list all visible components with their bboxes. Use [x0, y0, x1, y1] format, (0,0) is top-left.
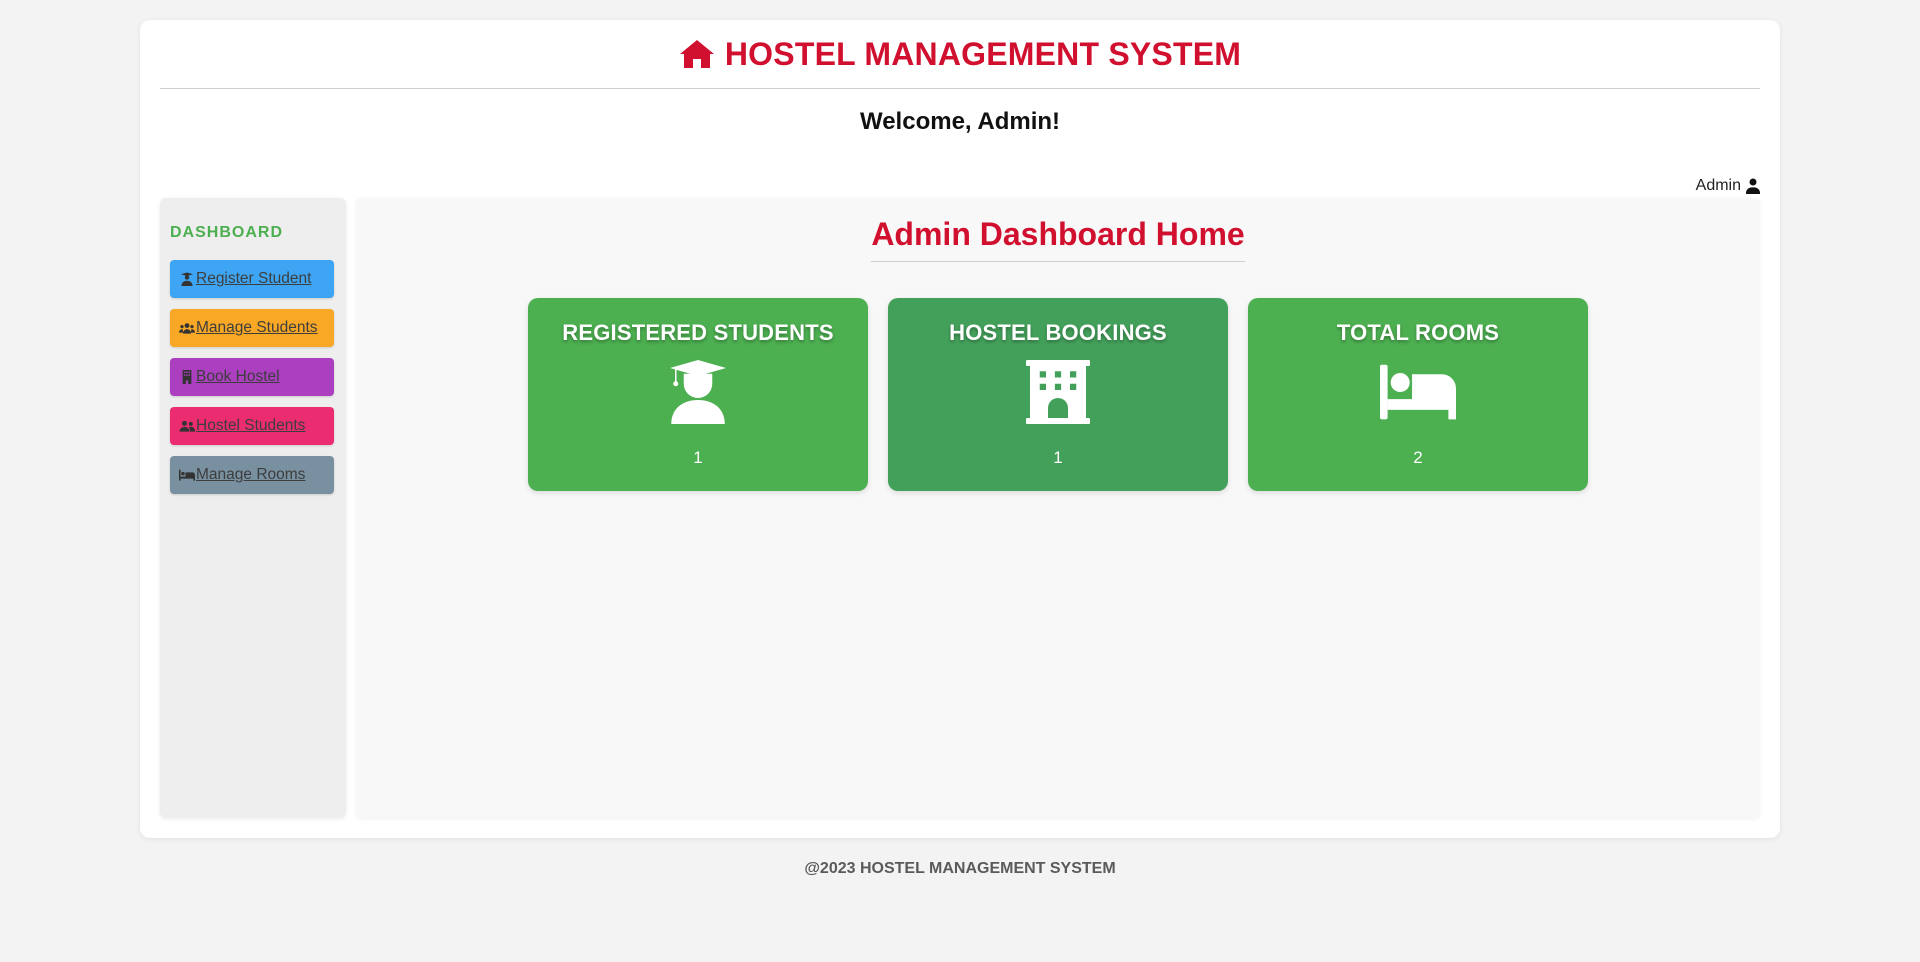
user-icon: [1746, 178, 1760, 194]
sidebar-item-label: Register Student: [196, 270, 312, 287]
users-icon: [179, 323, 195, 334]
site-title-wrap: HOSTEL MANAGEMENT SYSTEM: [679, 36, 1241, 73]
hotel-icon: [1023, 360, 1093, 424]
building-icon: [182, 370, 192, 384]
sidebar-title: DASHBOARD: [170, 224, 283, 241]
admin-user-label: Admin: [1695, 177, 1741, 194]
sidebar-item-label: Manage Students: [196, 319, 318, 336]
site-header: HOSTEL MANAGEMENT SYSTEM: [160, 20, 1760, 89]
admin-user-link[interactable]: Admin: [1696, 177, 1760, 195]
stat-card-value: 1: [693, 448, 703, 467]
sidebar-item-label: Manage Rooms: [196, 466, 306, 483]
stat-card-hostel-bookings[interactable]: HOSTEL BOOKINGS 1: [888, 298, 1228, 491]
bed-icon: [179, 469, 195, 481]
stat-card-value: 1: [1053, 448, 1063, 467]
user-group-icon: [179, 420, 195, 432]
welcome-message: Welcome, Admin!: [859, 108, 1061, 135]
page-title: Admin Dashboard Home: [871, 216, 1245, 262]
site-title: HOSTEL MANAGEMENT SYSTEM: [724, 35, 1242, 72]
user-graduate-icon: [180, 272, 194, 286]
stat-card-title: REGISTERED STUDENTS: [562, 320, 834, 345]
stat-card-title: TOTAL ROOMS: [1336, 320, 1500, 345]
stat-card-registered-students[interactable]: REGISTERED STUDENTS 1: [528, 298, 868, 491]
sidebar-item-manage-students[interactable]: Manage Students: [170, 309, 334, 347]
sidebar-item-label: Book Hostel: [196, 368, 280, 385]
stat-card-total-rooms[interactable]: TOTAL ROOMS 2: [1248, 298, 1588, 491]
sidebar-item-book-hostel[interactable]: Book Hostel: [170, 358, 334, 396]
sidebar-item-manage-rooms[interactable]: Manage Rooms: [170, 456, 334, 494]
sidebar-item-label: Hostel Students: [196, 417, 306, 434]
sidebar: DASHBOARD Register Student Manage Studen…: [160, 198, 346, 818]
site-footer: @2023 HOSTEL MANAGEMENT SYSTEM: [804, 860, 1116, 877]
home-icon: [679, 40, 714, 68]
main-card: HOSTEL MANAGEMENT SYSTEM Welcome, Admin!…: [140, 20, 1780, 838]
user-graduate-icon: [670, 360, 726, 424]
stat-card-title: HOSTEL BOOKINGS: [949, 320, 1167, 345]
bed-icon: [1380, 360, 1456, 424]
sidebar-item-hostel-students[interactable]: Hostel Students: [170, 407, 334, 445]
dashboard-main: Admin Dashboard Home REGISTERED STUDENTS…: [356, 198, 1760, 818]
stat-card-value: 2: [1413, 448, 1423, 467]
sidebar-item-register-student[interactable]: Register Student: [170, 260, 334, 298]
main-title-wrap: Admin Dashboard Home: [356, 216, 1760, 262]
